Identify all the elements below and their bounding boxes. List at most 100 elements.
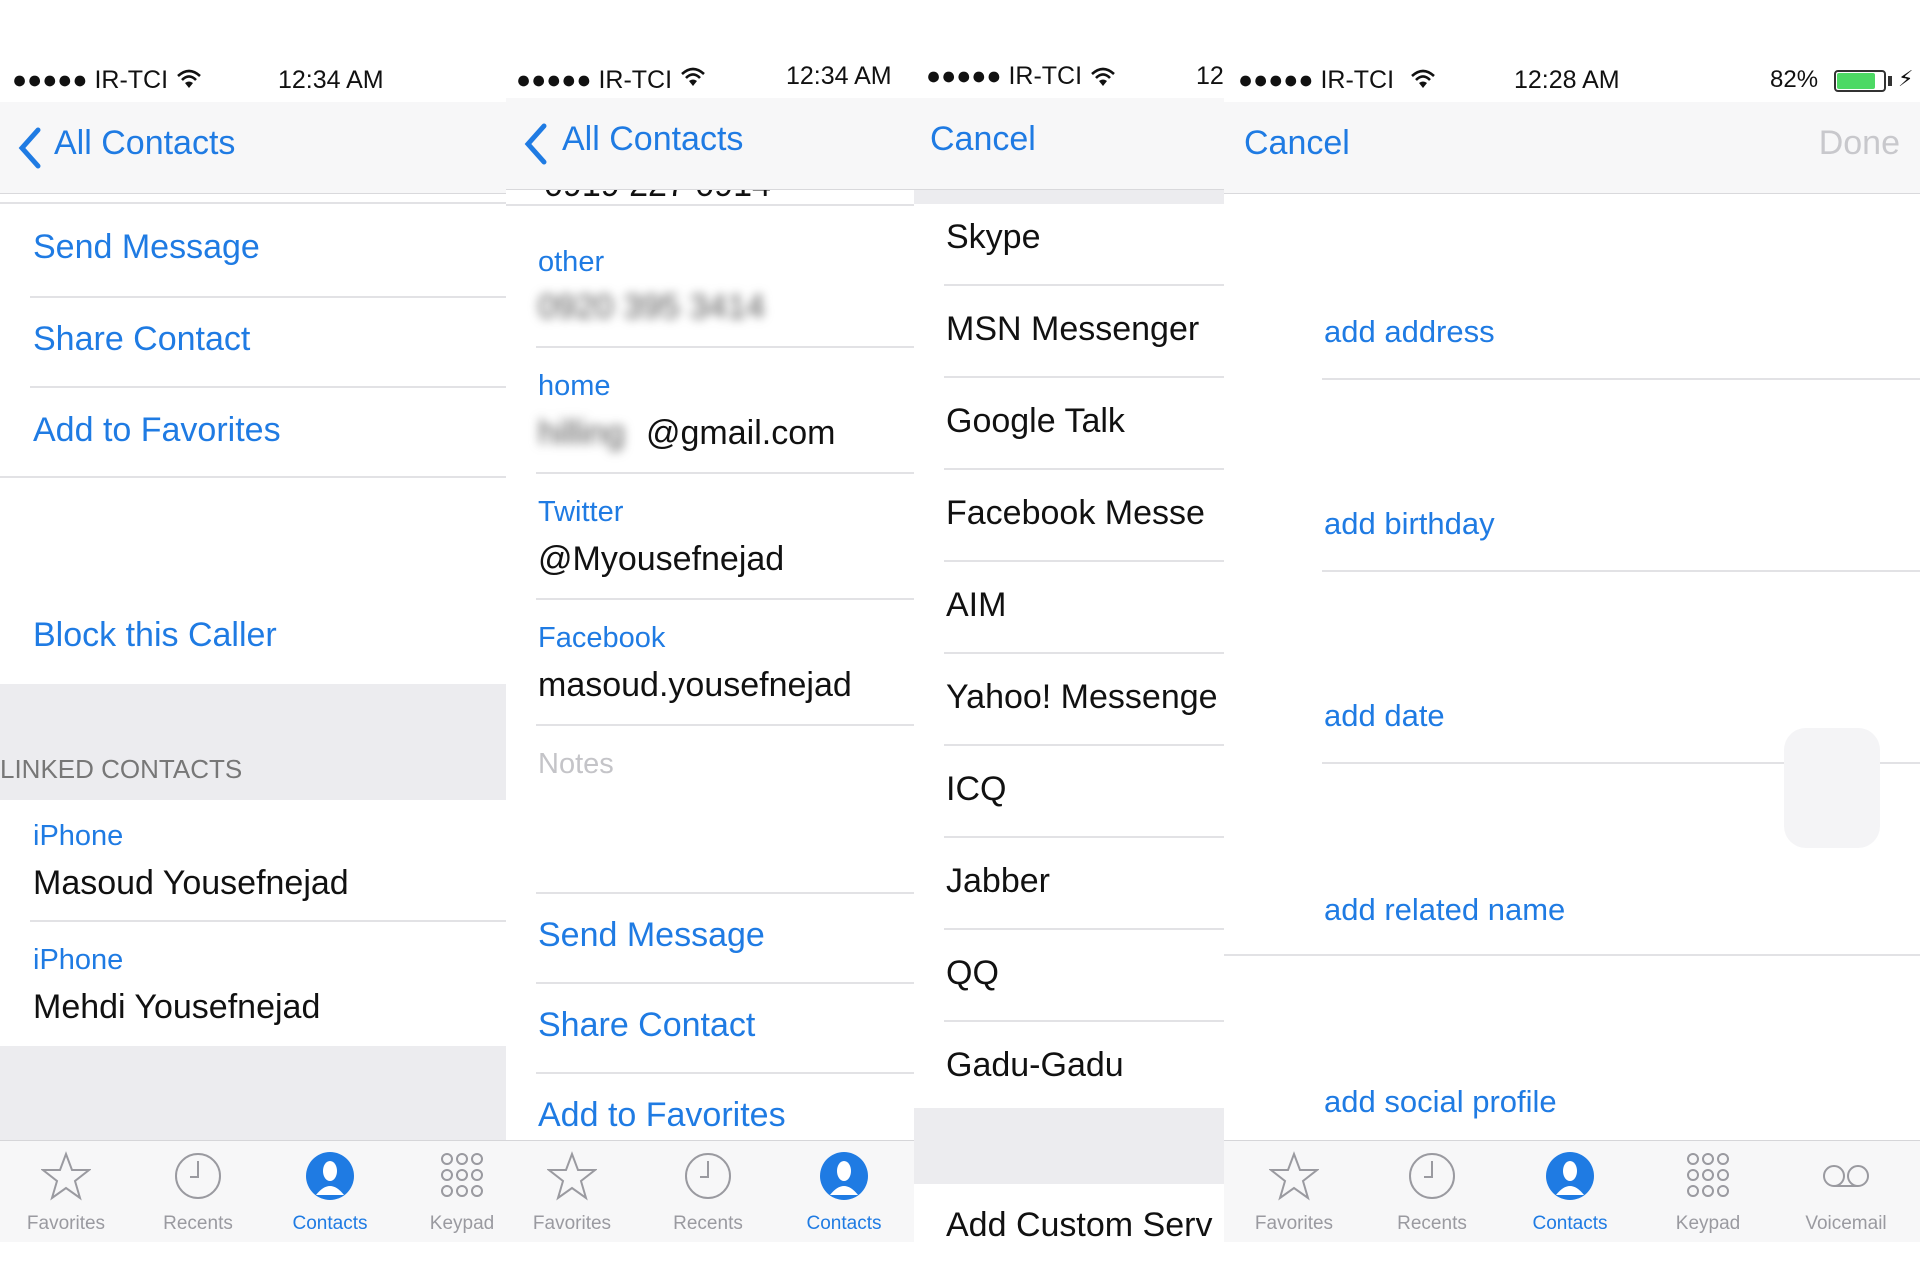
service-option[interactable]: AIM	[946, 586, 1006, 625]
tab-favorites[interactable]: Favorites	[0, 1141, 132, 1242]
tab-bar: Favorites Recents Contacts Keypad	[0, 1140, 506, 1242]
done-button[interactable]: Done	[1819, 124, 1900, 163]
tab-voicemail[interactable]: Voicemail	[1780, 1141, 1912, 1242]
star-icon	[41, 1151, 91, 1201]
tab-label: Voicemail	[1805, 1213, 1887, 1234]
voicemail-icon	[1823, 1165, 1869, 1187]
keypad-icon	[441, 1153, 483, 1197]
share-contact-button[interactable]: Share Contact	[33, 320, 250, 359]
linked-contacts-header: LINKED CONTACTS	[0, 684, 506, 800]
service-option[interactable]: QQ	[946, 954, 999, 993]
cancel-button[interactable]: Cancel	[1244, 124, 1350, 163]
field-label-other: other	[538, 246, 605, 278]
add-birthday-button[interactable]: add birthday	[1324, 506, 1495, 542]
tab-label: Favorites	[1254, 1213, 1334, 1234]
add-custom-service-row[interactable]: Add Custom Serv	[914, 1184, 1224, 1242]
clock: 12	[1196, 62, 1224, 90]
share-contact-button[interactable]: Share Contact	[538, 1006, 755, 1045]
tab-keypad[interactable]: Keypad	[1642, 1141, 1774, 1242]
tab-label: Favorites	[532, 1213, 612, 1234]
add-address-button[interactable]: add address	[1324, 314, 1495, 350]
field-value-twitter[interactable]: @Myousefnejad	[538, 540, 784, 579]
carrier-label: ●●●●● IR-TCI	[1238, 66, 1395, 94]
status-bar: ●●●●● IR-TCI 12:34 AM	[506, 58, 914, 102]
add-related-name-button[interactable]: add related name	[1324, 892, 1565, 928]
tab-recents[interactable]: Recents	[642, 1141, 774, 1242]
wifi-icon	[1411, 69, 1435, 88]
tab-label: Favorites	[26, 1213, 106, 1234]
service-option[interactable]: ICQ	[946, 770, 1006, 809]
linked-name: Masoud Yousefnejad	[33, 864, 349, 902]
tab-bar: Favorites Recents Contacts	[506, 1140, 914, 1242]
field-label-home: home	[538, 370, 611, 402]
status-bar: ●●●●● IR-TCI 12	[914, 58, 1224, 102]
phone-number: 0919 227 0914	[544, 190, 771, 204]
carrier-label: ●●●●● IR-TCI	[12, 66, 169, 94]
screen-contact-actions: ●●●●● IR-TCI 12:34 AM All Contacts Send …	[0, 58, 506, 1242]
add-custom-service-button: Add Custom Serv	[946, 1206, 1213, 1242]
service-option[interactable]: Skype	[946, 218, 1041, 257]
field-value-facebook[interactable]: masoud.yousefnejad	[538, 666, 852, 705]
keypad-icon	[1687, 1153, 1729, 1197]
section-header: LINKED CONTACTS	[0, 754, 243, 784]
send-message-button[interactable]: Send Message	[33, 228, 260, 267]
service-option[interactable]: MSN Messenger	[946, 310, 1199, 349]
field-value-other[interactable]: 0920 395 3414	[538, 288, 765, 327]
tab-label: Keypad	[1675, 1213, 1741, 1234]
status-bar: ●●●●● IR-TCI 12:28 AM 82% ⚡	[1224, 58, 1920, 102]
linked-type-label: iPhone	[33, 820, 124, 852]
star-icon	[1269, 1151, 1319, 1201]
add-to-favorites-button[interactable]: Add to Favorites	[33, 411, 281, 450]
send-message-button[interactable]: Send Message	[538, 916, 765, 955]
service-option[interactable]: Jabber	[946, 862, 1050, 901]
clock: 12:34 AM	[786, 62, 892, 90]
tab-contacts[interactable]: Contacts	[1504, 1141, 1636, 1242]
carrier-label: ●●●●● IR-TCI	[926, 62, 1083, 90]
tab-recents[interactable]: Recents	[1366, 1141, 1498, 1242]
tab-favorites[interactable]: Favorites	[506, 1141, 638, 1242]
service-option[interactable]: Google Talk	[946, 402, 1125, 441]
screen-edit-contact: ●●●●● IR-TCI 12:28 AM 82% ⚡ Cancel Done …	[1224, 58, 1920, 1242]
cancel-button[interactable]: Cancel	[930, 120, 1036, 159]
tab-keypad[interactable]: Keypad	[396, 1141, 506, 1242]
chevron-left-icon[interactable]	[522, 122, 548, 166]
add-date-button[interactable]: add date	[1324, 698, 1445, 734]
person-icon	[820, 1152, 868, 1200]
wifi-icon	[681, 67, 705, 86]
carrier-label: ●●●●● IR-TCI	[516, 66, 673, 94]
nav-bar: Cancel	[914, 98, 1224, 190]
tab-label: Recents	[1397, 1213, 1467, 1234]
back-button[interactable]: All Contacts	[54, 124, 235, 163]
tab-recents[interactable]: Recents	[132, 1141, 264, 1242]
tab-label: Keypad	[429, 1213, 495, 1234]
service-option[interactable]: Yahoo! Messenge	[946, 678, 1218, 717]
nav-bar: All Contacts	[506, 98, 914, 190]
assistive-touch-button[interactable]	[1784, 728, 1880, 848]
star-icon	[547, 1151, 597, 1201]
clock: 12:28 AM	[1514, 66, 1620, 94]
person-icon	[306, 1152, 354, 1200]
field-value-home[interactable]: @gmail.com	[646, 414, 835, 453]
wifi-icon	[177, 69, 201, 88]
nav-bar: All Contacts	[0, 102, 506, 194]
add-social-profile-button[interactable]: add social profile	[1324, 1084, 1557, 1120]
tab-favorites[interactable]: Favorites	[1228, 1141, 1360, 1242]
clock-icon	[1409, 1153, 1455, 1199]
screen-contact-details: ●●●●● IR-TCI 12:34 AM All Contacts 0919 …	[506, 58, 914, 1242]
clock-icon	[685, 1153, 731, 1199]
chevron-left-icon[interactable]	[16, 126, 42, 170]
status-bar: ●●●●● IR-TCI 12:34 AM	[0, 58, 506, 102]
tab-contacts[interactable]: Contacts	[264, 1141, 396, 1242]
notes-field[interactable]: Notes	[538, 748, 614, 781]
charging-bolt-icon: ⚡	[1898, 66, 1914, 91]
block-caller-button[interactable]: Block this Caller	[33, 616, 277, 655]
add-to-favorites-button[interactable]: Add to Favorites	[538, 1096, 786, 1135]
back-button[interactable]: All Contacts	[562, 120, 743, 159]
tab-contacts[interactable]: Contacts	[778, 1141, 910, 1242]
service-option[interactable]: Facebook Messe	[946, 494, 1205, 533]
tab-label: Contacts	[806, 1213, 882, 1234]
service-option[interactable]: Gadu-Gadu	[946, 1046, 1124, 1085]
person-icon	[1546, 1152, 1594, 1200]
nav-bar: Cancel Done	[1224, 102, 1920, 194]
partial-phone-row: 0919 227 0914	[536, 190, 914, 204]
